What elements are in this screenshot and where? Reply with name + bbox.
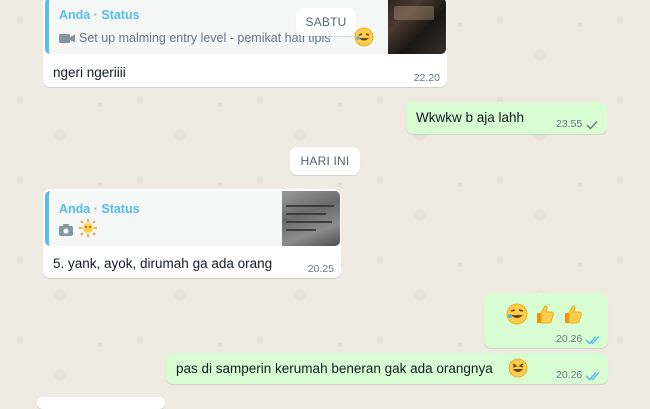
- status-thumbnail: [282, 191, 340, 246]
- status-quote[interactable]: Anda · Status: [45, 191, 340, 246]
- emoji-row: [506, 303, 584, 328]
- message-time: 20.26: [556, 333, 583, 345]
- quote-author: Anda · Status: [59, 202, 140, 216]
- double-tick-icon: [585, 369, 601, 381]
- sun-emoji-icon: [78, 219, 98, 240]
- message-text: 5. yank, ayok, dirumah ga ada orang: [53, 256, 273, 271]
- outgoing-message[interactable]: pas di samperin kerumah beneran gak ada …: [166, 353, 608, 384]
- laughing-emoji-icon: [354, 27, 374, 52]
- message-time: 23.55: [556, 118, 583, 130]
- incoming-message-partial[interactable]: [37, 397, 165, 409]
- outgoing-message[interactable]: 20.26: [484, 293, 608, 348]
- outgoing-message[interactable]: Wkwkw b aja lahh 23.55: [406, 102, 607, 134]
- message-time: 22.20: [413, 72, 440, 84]
- date-separator: SABTU: [296, 8, 356, 36]
- message-text: Wkwkw b aja lahh: [416, 110, 525, 125]
- thumbs-up-emoji-icon: [562, 303, 584, 328]
- camera-icon: [59, 224, 73, 236]
- incoming-message[interactable]: Anda · Status 5. yank, ayok, dirumah ga …: [43, 189, 341, 278]
- incoming-message[interactable]: Anda · Status Set up malming entry level…: [43, 0, 447, 87]
- video-camera-icon: [59, 32, 75, 43]
- thumbs-up-emoji-icon: [534, 303, 556, 328]
- message-time: 20.26: [556, 369, 583, 381]
- message-text: ngeri ngeriiii: [53, 65, 126, 80]
- quote-author: Anda · Status: [59, 8, 140, 22]
- status-quote[interactable]: Anda · Status Set up malming entry level…: [45, 0, 446, 54]
- rolling-on-floor-laughing-emoji-icon: [506, 303, 528, 328]
- double-tick-icon: [585, 333, 601, 345]
- single-tick-icon: [586, 118, 602, 130]
- grinning-squinting-emoji-icon: [508, 358, 528, 381]
- status-thumbnail: [388, 0, 446, 54]
- message-time: 20.25: [307, 263, 334, 275]
- message-text: pas di samperin kerumah beneran gak ada …: [176, 361, 493, 376]
- date-separator: HARI INI: [290, 147, 360, 175]
